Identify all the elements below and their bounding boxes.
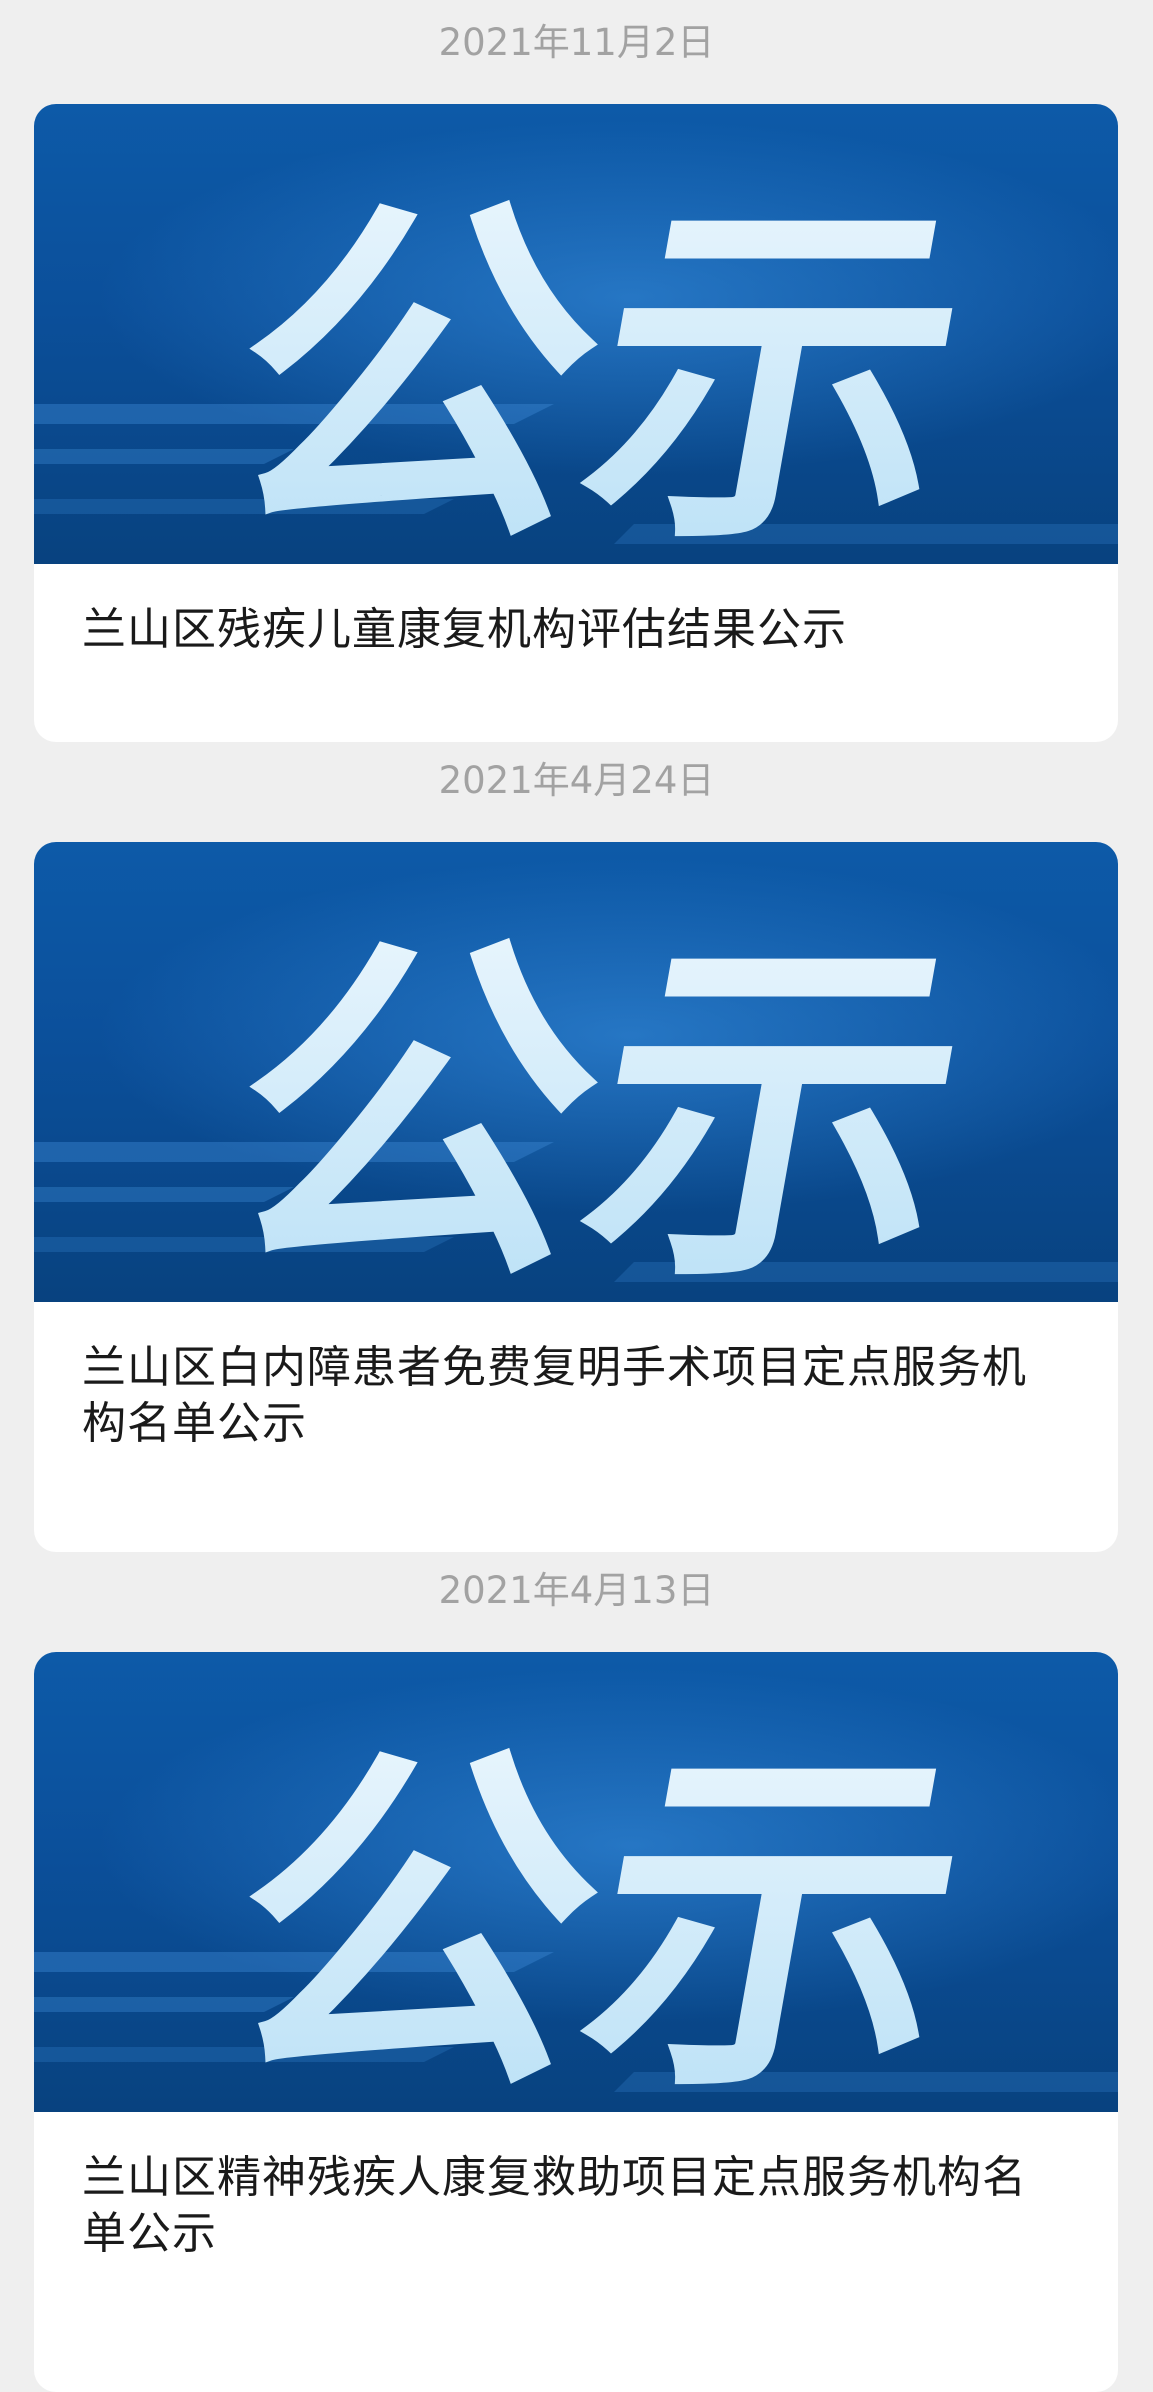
article-date: 2021年4月24日 [438,759,715,802]
banner-text: 公示 [199,906,993,1302]
banner-text: 公示 [199,168,993,564]
article-card[interactable]: 公示 兰山区精神残疾人康复救助项目定点服务机构名单公示 [34,1652,1118,2392]
article-title: 兰山区白内障患者免费复明手术项目定点服务机构名单公示 [82,1342,1027,1449]
article-date: 2021年4月13日 [438,1569,715,1612]
article-date: 2021年11月2日 [438,21,715,64]
article-banner-image: 公示 [34,842,1118,1302]
article-banner-image: 公示 [34,104,1118,564]
article-title: 兰山区残疾儿童康复机构评估结果公示 [82,604,847,655]
gongshi-banner-graphic: 公示 [34,168,1118,564]
article-banner-image: 公示 [34,1652,1118,2112]
gongshi-banner-graphic: 公示 [34,906,1118,1302]
article-card[interactable]: 公示 兰山区残疾儿童康复机构评估结果公示 [34,104,1118,742]
article-title: 兰山区精神残疾人康复救助项目定点服务机构名单公示 [82,2152,1027,2259]
article-card[interactable]: 公示 兰山区白内障患者免费复明手术项目定点服务机构名单公示 [34,842,1118,1552]
banner-text: 公示 [199,1716,993,2112]
article-feed: 2021年11月2日 公示 兰山区残疾儿童康复机构评估结果公示 2021年4月2… [0,0,1153,2392]
gongshi-banner-graphic: 公示 [34,1716,1118,2112]
